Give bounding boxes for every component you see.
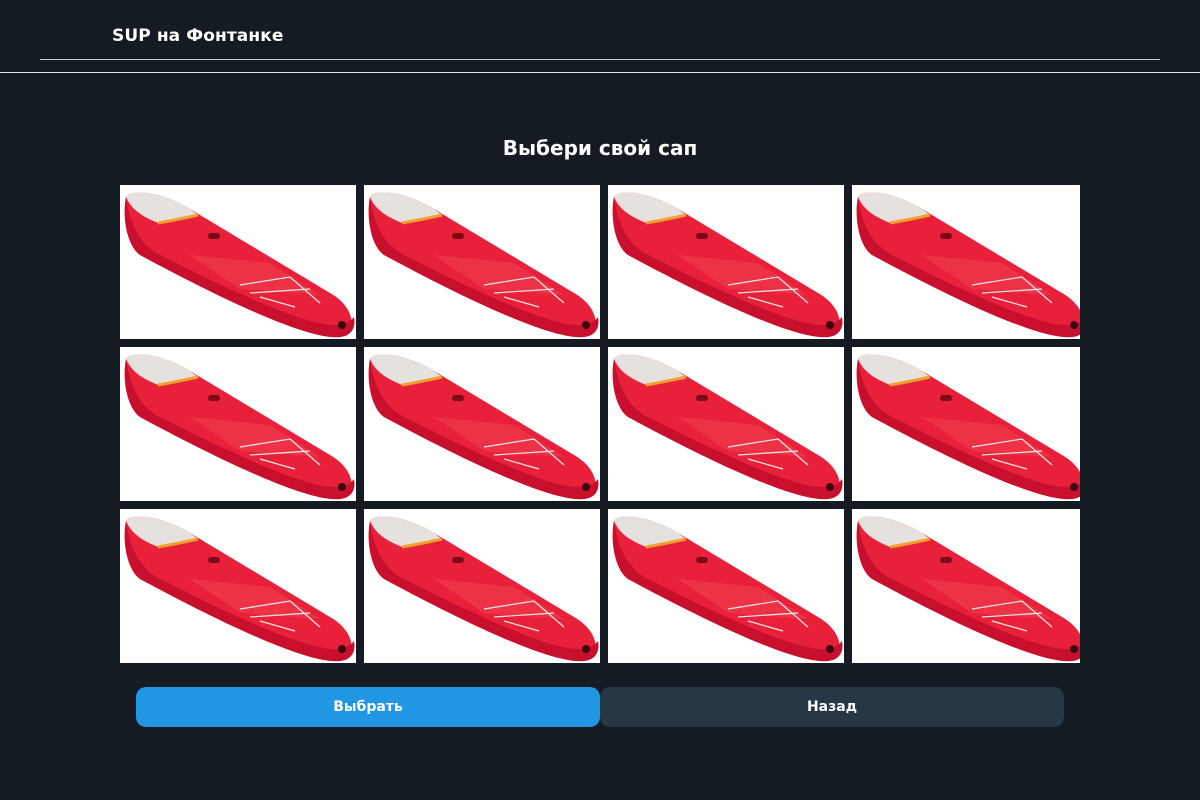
header-divider [40,59,1160,60]
sup-board-image [852,347,1080,501]
board-option[interactable] [608,347,844,501]
header-bottom-border [0,72,1200,73]
sup-board-image [608,185,844,339]
app-title: SUP на Фонтанке [112,26,284,46]
board-option[interactable] [120,347,356,501]
page-title: Выбери свой сап [502,136,698,160]
board-option[interactable] [364,347,600,501]
select-button[interactable]: Выбрать [136,687,600,727]
board-option[interactable] [120,185,356,339]
board-option[interactable] [608,509,844,663]
board-option[interactable] [364,185,600,339]
board-grid [120,185,1080,663]
board-option[interactable] [852,185,1080,339]
board-option[interactable] [852,347,1080,501]
sup-board-image [364,185,600,339]
sup-board-image [608,347,844,501]
sup-board-image [120,185,356,339]
sup-board-image [852,185,1080,339]
sup-board-image [120,347,356,501]
sup-board-image [120,509,356,663]
sup-board-image [852,509,1080,663]
board-option[interactable] [120,509,356,663]
sup-board-image [364,509,600,663]
board-option[interactable] [364,509,600,663]
board-option[interactable] [852,509,1080,663]
sup-board-image [608,509,844,663]
sup-board-image [364,347,600,501]
board-option[interactable] [608,185,844,339]
back-button[interactable]: Назад [600,687,1064,727]
